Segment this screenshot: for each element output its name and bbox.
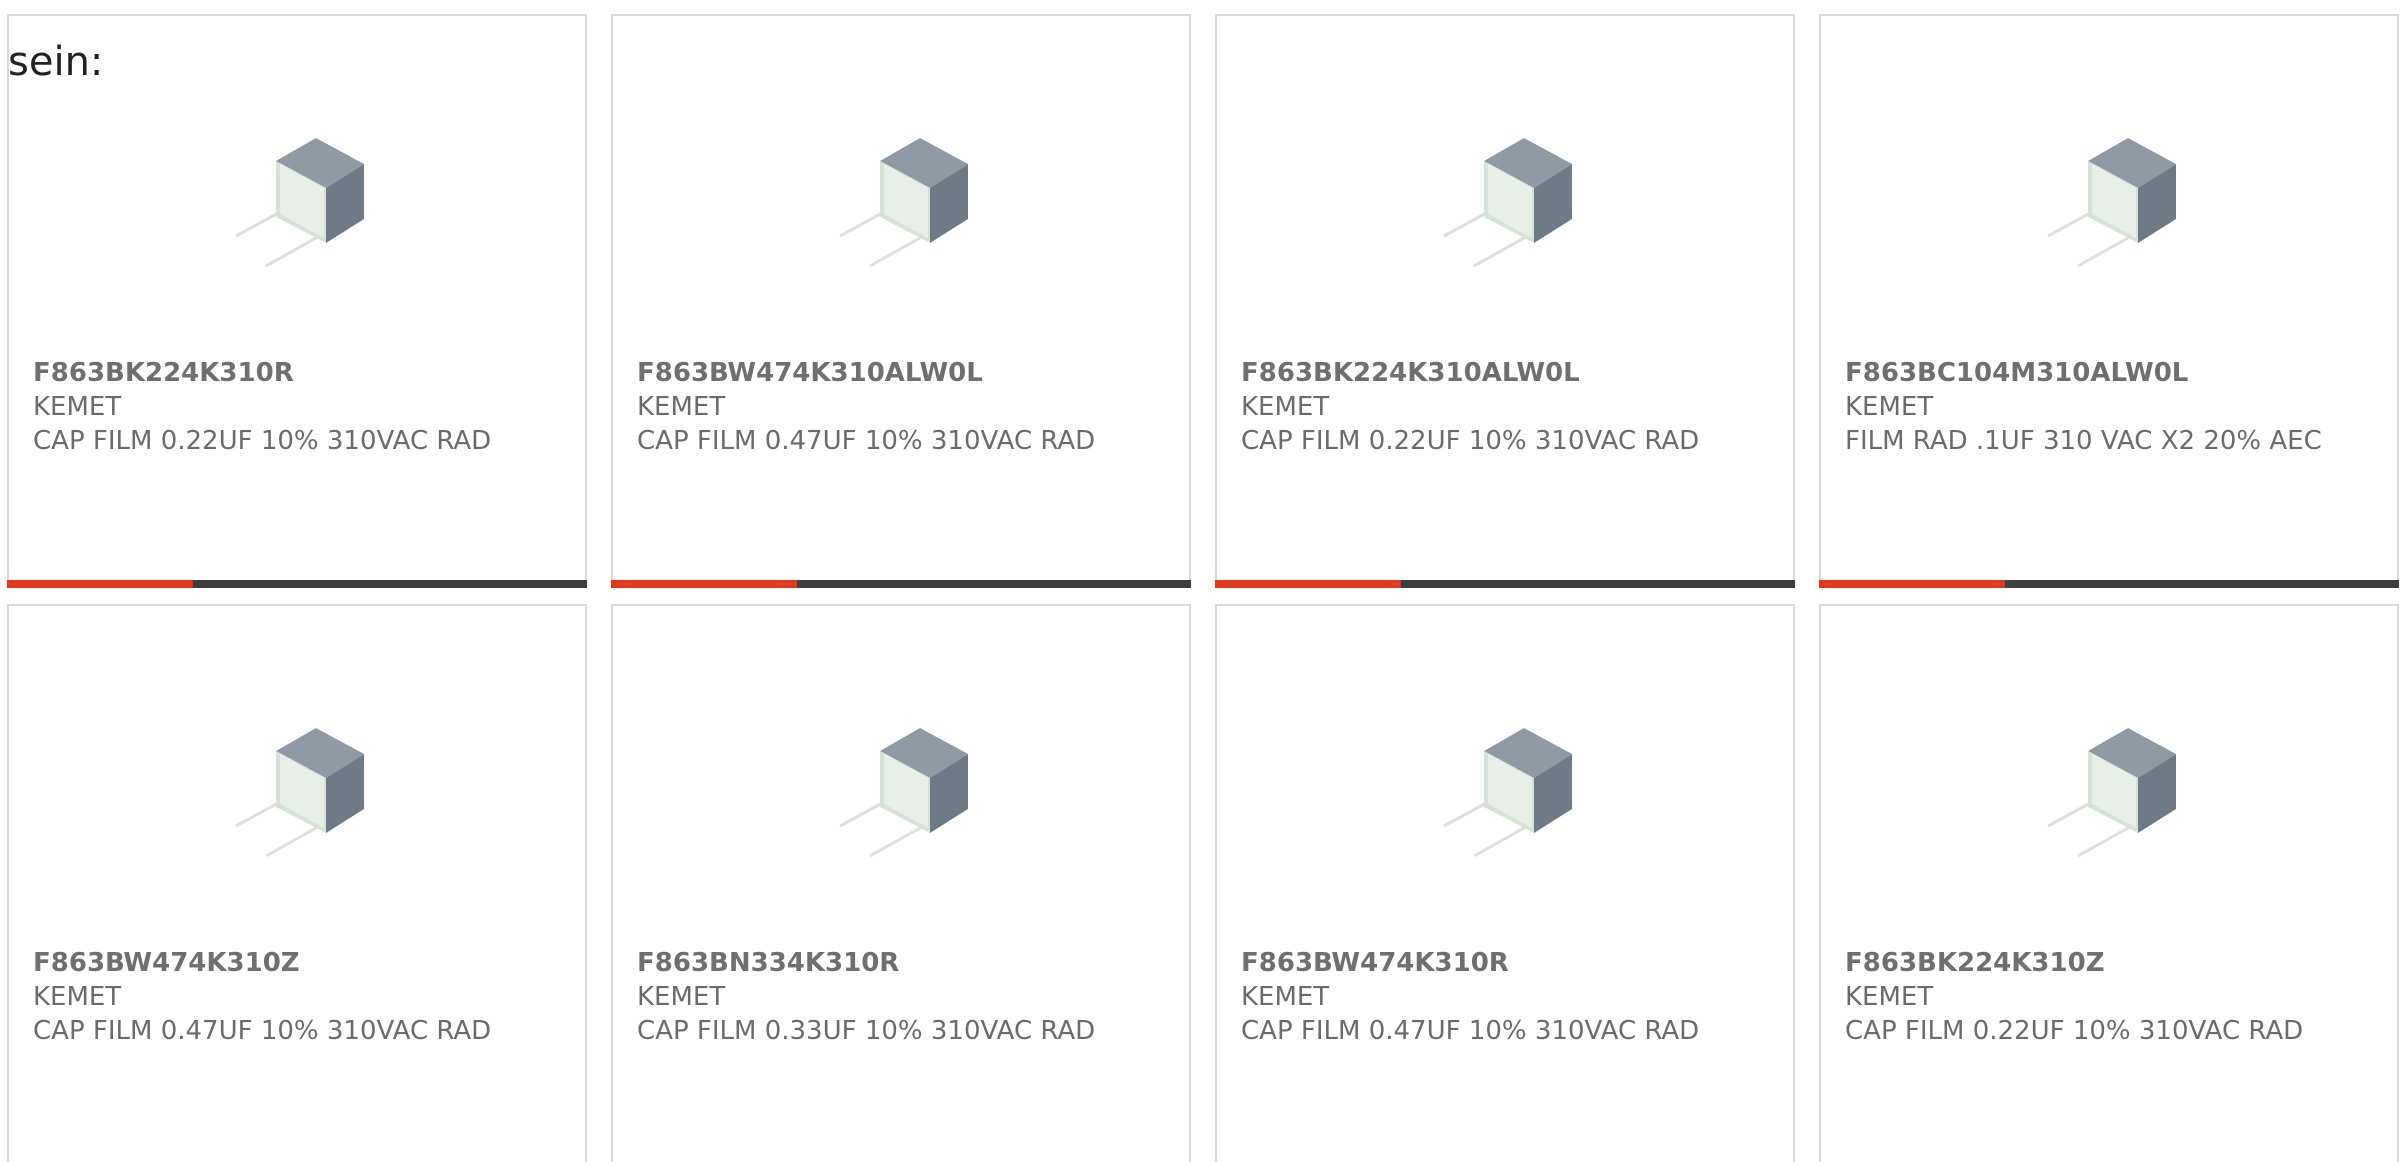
part-number[interactable]: F863BK224K310ALW0L — [1241, 356, 1771, 390]
manufacturer: KEMET — [1241, 392, 1330, 422]
description: FILM RAD .1UF 310 VAC X2 20% AEC — [1845, 426, 2322, 456]
progress-fill — [1215, 580, 1401, 588]
product-card[interactable]: F863BW474K310ALW0L KEMET CAP FILM 0.47UF… — [611, 14, 1191, 588]
description: CAP FILM 0.22UF 10% 310VAC RAD — [1845, 1016, 2304, 1046]
manufacturer: KEMET — [33, 982, 122, 1012]
description: CAP FILM 0.47UF 10% 310VAC RAD — [33, 1016, 492, 1046]
part-number[interactable]: F863BC104M310ALW0L — [1845, 356, 2375, 390]
intro-text: sein: — [8, 39, 104, 85]
description: CAP FILM 0.22UF 10% 310VAC RAD — [33, 426, 492, 456]
progress-bar — [7, 580, 587, 588]
progress-bar — [1215, 580, 1795, 588]
film-capacitor-image — [2047, 728, 2176, 858]
manufacturer: KEMET — [33, 392, 122, 422]
manufacturer: KEMET — [1845, 982, 1934, 1012]
description: CAP FILM 0.22UF 10% 310VAC RAD — [1241, 426, 1700, 456]
product-card[interactable]: F863BC104M310ALW0L KEMET FILM RAD .1UF 3… — [1819, 14, 2399, 588]
part-number[interactable]: F863BK224K310R — [33, 356, 563, 390]
product-card[interactable]: F863BK224K310Z KEMET CAP FILM 0.22UF 10%… — [1819, 604, 2399, 1162]
progress-bar — [1819, 580, 2399, 588]
manufacturer: KEMET — [1241, 982, 1330, 1012]
part-number[interactable]: F863BK224K310Z — [1845, 946, 2375, 980]
product-card[interactable]: F863BW474K310R KEMET CAP FILM 0.47UF 10%… — [1215, 604, 1795, 1162]
manufacturer: KEMET — [637, 982, 726, 1012]
product-card[interactable]: F863BK224K310R KEMET CAP FILM 0.22UF 10%… — [7, 14, 587, 588]
part-number[interactable]: F863BW474K310Z — [33, 946, 563, 980]
description: CAP FILM 0.47UF 10% 310VAC RAD — [637, 426, 1096, 456]
progress-fill — [7, 580, 193, 588]
manufacturer: KEMET — [1845, 392, 1934, 422]
film-capacitor-image — [2047, 138, 2176, 268]
product-card[interactable]: F863BW474K310Z KEMET CAP FILM 0.47UF 10%… — [7, 604, 587, 1162]
description: CAP FILM 0.47UF 10% 310VAC RAD — [1241, 1016, 1700, 1046]
film-capacitor-image — [235, 138, 364, 268]
product-card[interactable]: F863BK224K310ALW0L KEMET CAP FILM 0.22UF… — [1215, 14, 1795, 588]
description: CAP FILM 0.33UF 10% 310VAC RAD — [637, 1016, 1096, 1046]
part-number[interactable]: F863BN334K310R — [637, 946, 1167, 980]
product-grid: F863BK224K310R KEMET CAP FILM 0.22UF 10%… — [7, 14, 2400, 1162]
page: F863BK224K310R KEMET CAP FILM 0.22UF 10%… — [0, 0, 2400, 1162]
film-capacitor-image — [839, 728, 968, 858]
progress-fill — [611, 580, 797, 588]
film-capacitor-image — [235, 728, 364, 858]
film-capacitor-image — [1443, 728, 1572, 858]
film-capacitor-image — [839, 138, 968, 268]
progress-fill — [1819, 580, 2005, 588]
product-card[interactable]: F863BN334K310R KEMET CAP FILM 0.33UF 10%… — [611, 604, 1191, 1162]
part-number[interactable]: F863BW474K310ALW0L — [637, 356, 1167, 390]
part-number[interactable]: F863BW474K310R — [1241, 946, 1771, 980]
manufacturer: KEMET — [637, 392, 726, 422]
progress-bar — [611, 580, 1191, 588]
film-capacitor-image — [1443, 138, 1572, 268]
